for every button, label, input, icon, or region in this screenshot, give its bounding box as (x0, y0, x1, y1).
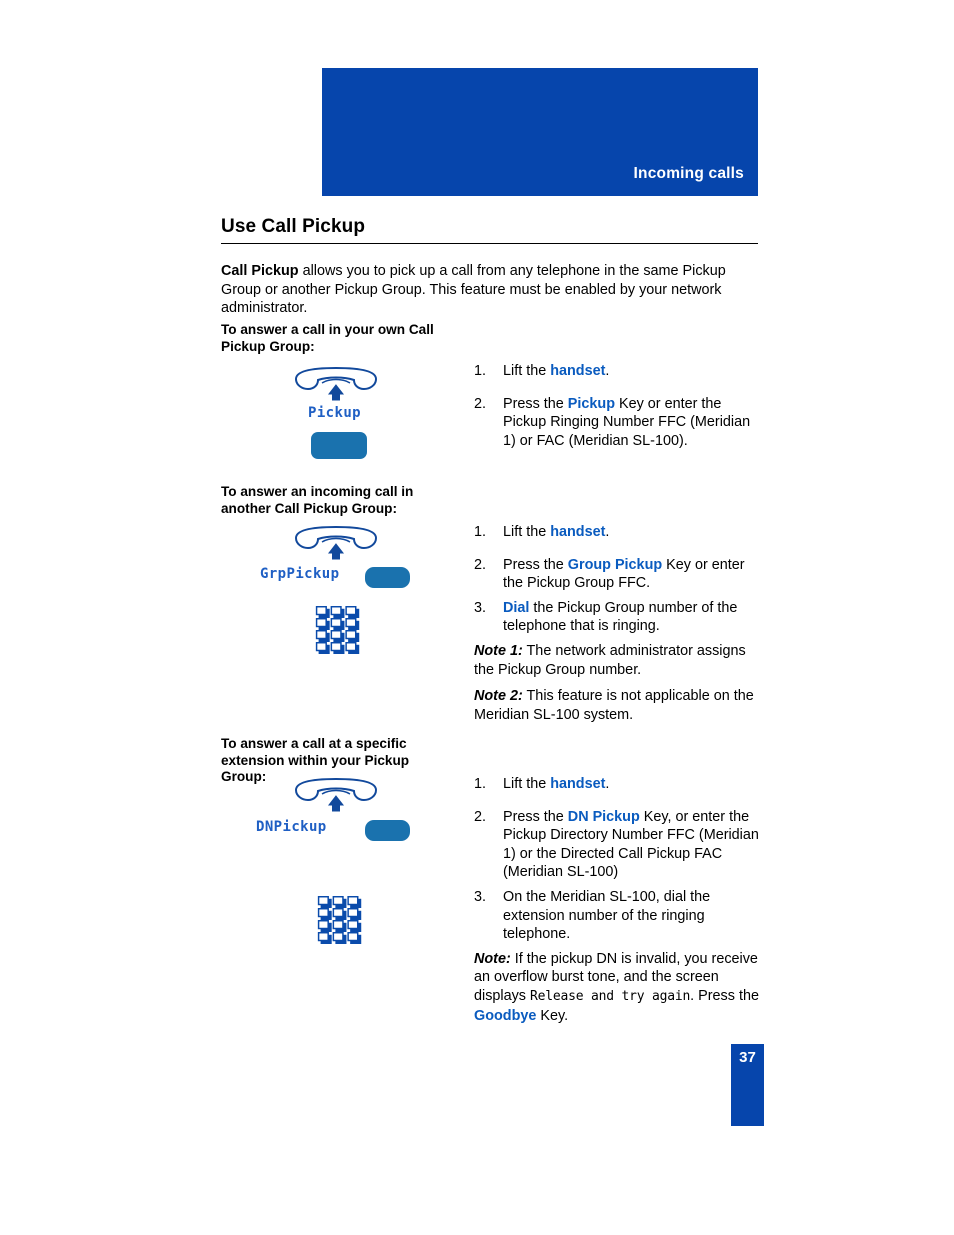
note-body-after: Key. (536, 1007, 569, 1024)
softkey-label-dnpickup: DNPickup (256, 819, 327, 835)
step-text: Press the DN Pickup Key, or enter the Pi… (503, 808, 759, 881)
page-title-block: Use Call Pickup (221, 216, 758, 244)
keyword-dial: Dial (503, 599, 530, 616)
note-item: Note 1: The network administrator assign… (474, 642, 764, 679)
step-number: 2. (474, 808, 487, 825)
keyword-handset: handset (550, 524, 606, 540)
keyword-group-pickup: Group Pickup (567, 556, 663, 573)
section-2-label: To answer an incoming call in another Ca… (221, 484, 414, 516)
note-body-mid: . Press the (690, 987, 759, 1004)
step-text: Press the Pickup Key or enter the Pickup… (503, 395, 751, 449)
section-1-label: To answer a call in your own Call Pickup… (221, 322, 434, 354)
chapter-header-banner: Incoming calls (322, 68, 758, 196)
section-1-left-column: To answer a call in your own Call Pickup… (221, 322, 461, 355)
step-item: 1. Lift the handset. (474, 362, 764, 381)
note-item: Note 2: This feature is not applicable o… (474, 687, 764, 724)
step-number: 3. (474, 888, 487, 905)
step-item: 3. On the Meridian SL-100, dial the exten… (474, 888, 764, 944)
keypad-icon (317, 896, 362, 944)
section-2-steps: 1. Lift the handset. 2. Press the Group Pi… (474, 523, 764, 732)
step-item: 1. Lift the handset. (474, 775, 764, 794)
step-text: On the Meridian SL-100, dial the extensi… (503, 888, 711, 943)
step-text: Dial the Pickup Group number of the tele… (503, 599, 738, 635)
note-lead: Note 1: (474, 642, 523, 659)
keypad-icon (315, 606, 360, 654)
step-number: 3. (474, 599, 487, 616)
intro-lead-term: Call Pickup (221, 263, 299, 279)
step-number: 2. (474, 395, 487, 412)
step-text: Lift the handset. (503, 524, 610, 540)
section-2-left-column: To answer an incoming call in another Ca… (221, 484, 461, 517)
section-3-steps: 1. Lift the handset. 2. Press the DN Picku… (474, 775, 764, 1033)
step-text: Lift the handset. (503, 363, 610, 379)
step-item: 2. Press the Pickup Key or enter the Pick… (474, 395, 764, 451)
keyword-dn-pickup: DN Pickup (567, 808, 640, 825)
step-number: 1. (474, 524, 487, 540)
softkey-button-grppickup[interactable] (365, 567, 410, 588)
chapter-title: Incoming calls (633, 165, 744, 182)
step-text: Press the Group Pickup Key or enter the … (503, 556, 745, 592)
intro-paragraph: Call Pickup allows you to pick up a call… (221, 262, 749, 318)
keyword-pickup: Pickup (567, 395, 615, 412)
lcd-display-text: Release and try again (530, 988, 691, 1004)
keyword-handset: handset (550, 776, 606, 792)
section-1-steps: 1. Lift the handset. 2. Press the Pickup K… (474, 362, 764, 464)
page-number: 37 (739, 1049, 756, 1066)
softkey-label-grppickup: GrpPickup (260, 566, 340, 582)
note-lead: Note 2: (474, 688, 523, 705)
step-item: 2. Press the Group Pickup Key or enter th… (474, 556, 764, 593)
title-divider (221, 243, 758, 244)
handset-icon (294, 526, 378, 560)
step-number: 2. (474, 556, 487, 573)
step-item: 3. Dial the Pickup Group number of the te… (474, 599, 764, 636)
keyword-goodbye: Goodbye (474, 1007, 537, 1024)
page-title: Use Call Pickup (221, 216, 366, 237)
step-number: 1. (474, 776, 487, 792)
step-text: Lift the handset. (503, 776, 610, 792)
note-item: Note: If the pickup DN is invalid, you r… (474, 950, 764, 1025)
step-item: 2. Press the DN Pickup Key, or enter the … (474, 808, 764, 882)
page-number-tab: 37 (731, 1044, 764, 1126)
softkey-button-pickup[interactable] (311, 432, 367, 459)
handset-icon (294, 367, 378, 401)
softkey-label-pickup: Pickup (308, 405, 361, 421)
step-number: 1. (474, 363, 487, 379)
step-item: 1. Lift the handset. (474, 523, 764, 542)
keyword-handset: handset (550, 363, 606, 379)
handset-icon (294, 778, 378, 812)
note-lead: Note: (474, 950, 511, 967)
softkey-button-dnpickup[interactable] (365, 820, 410, 841)
